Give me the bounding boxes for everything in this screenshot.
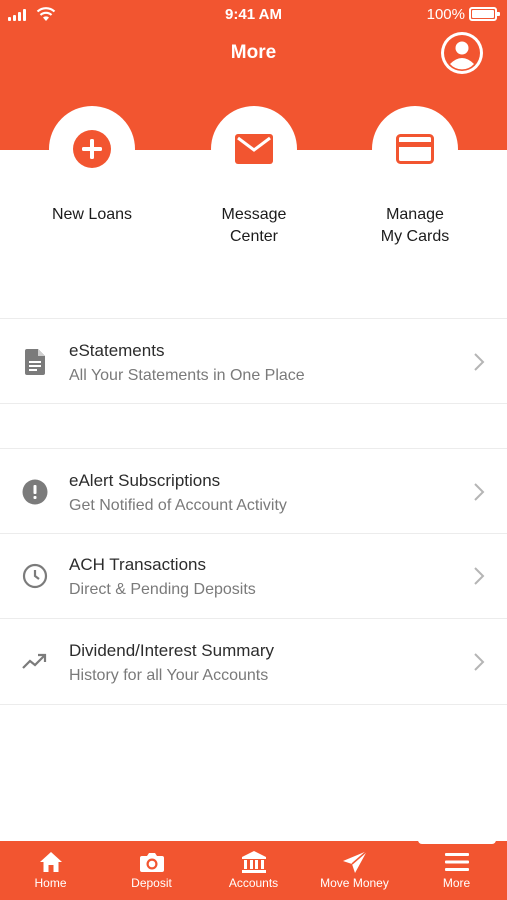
- list-item-subtitle: Get Notified of Account Activity: [69, 497, 287, 514]
- chevron-right-icon: [474, 567, 485, 585]
- list-item-subtitle: History for all Your Accounts: [69, 667, 269, 684]
- plus-circle-icon: [73, 130, 111, 168]
- battery-icon: [469, 7, 500, 21]
- tab-accounts[interactable]: Accounts: [203, 841, 304, 900]
- profile-button[interactable]: [441, 32, 483, 74]
- new-loans-circle: [49, 106, 135, 192]
- page-title: More: [230, 42, 277, 63]
- list-item-title: eAlert Subscriptions: [69, 471, 221, 490]
- user-avatar-icon: [444, 35, 480, 71]
- camera-icon: [139, 853, 164, 872]
- list-item-ach[interactable]: ACH Transactions Direct & Pending Deposi…: [0, 533, 507, 619]
- chevron-right-icon: [474, 653, 485, 671]
- envelope-icon: [235, 134, 273, 164]
- message-center-button[interactable]: Message Center: [174, 106, 334, 248]
- new-loans-label: New Loans: [51, 206, 133, 223]
- chevron-right-icon: [474, 483, 485, 501]
- new-loans-button[interactable]: New Loans: [12, 106, 172, 226]
- clock-icon: [22, 563, 48, 589]
- list-item-subtitle: Direct & Pending Deposits: [69, 581, 256, 598]
- menu-icon: [444, 853, 469, 871]
- list-item-estatements[interactable]: eStatements All Your Statements in One P…: [0, 318, 507, 404]
- tab-deposit[interactable]: Deposit: [101, 841, 202, 900]
- list-item-title: eStatements: [69, 341, 165, 360]
- alert-icon: [22, 479, 48, 505]
- bank-icon: [241, 851, 266, 873]
- tab-more[interactable]: More: [406, 841, 507, 900]
- tab-label: More: [442, 876, 471, 890]
- manage-cards-button[interactable]: Manage My Cards: [335, 106, 495, 248]
- manage-cards-label: Manage My Cards: [380, 206, 450, 245]
- tab-move-money[interactable]: Move Money: [304, 841, 405, 900]
- tab-label: Accounts: [228, 876, 279, 890]
- send-icon: [342, 850, 367, 873]
- message-center-label: Message Center: [221, 206, 287, 245]
- chevron-right-icon: [474, 353, 485, 371]
- tab-label: Deposit: [131, 876, 172, 890]
- message-center-circle: [211, 106, 297, 192]
- status-bar: 9:41 AM 100%: [0, 0, 507, 28]
- list-item-dividend[interactable]: Dividend/Interest Summary History for al…: [0, 619, 507, 705]
- document-icon: [25, 349, 45, 375]
- tab-label: Move Money: [320, 876, 389, 890]
- battery-percent: 100%: [426, 6, 465, 23]
- manage-cards-circle: [372, 106, 458, 192]
- list-item-subtitle: All Your Statements in One Place: [69, 367, 305, 384]
- tab-label: Home: [34, 876, 67, 890]
- list-item-ealert[interactable]: eAlert Subscriptions Get Notified of Acc…: [0, 448, 507, 534]
- home-icon: [39, 852, 62, 872]
- trending-up-icon: [22, 653, 47, 669]
- credit-card-icon: [396, 134, 434, 164]
- list-item-title: ACH Transactions: [69, 555, 206, 574]
- list-item-title: Dividend/Interest Summary: [69, 641, 275, 660]
- tab-home[interactable]: Home: [0, 841, 101, 900]
